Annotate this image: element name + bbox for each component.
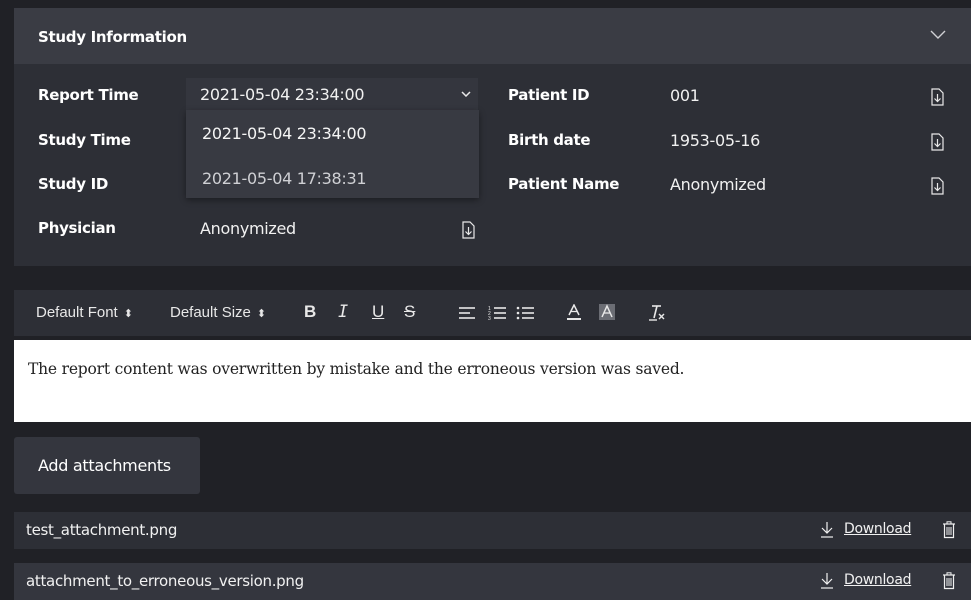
report-time-option[interactable]: 2021-05-04 17:38:31 [202, 169, 367, 188]
svg-text:3: 3 [488, 316, 491, 320]
panel-header[interactable]: Study Information [14, 8, 971, 64]
download-icon[interactable] [820, 572, 834, 590]
strikethrough-button[interactable]: S [404, 302, 415, 322]
size-select-label: Default Size [170, 304, 251, 321]
patient-id-label: Patient ID [508, 86, 590, 104]
report-time-selected-value: 2021-05-04 23:34:00 [200, 85, 365, 104]
ordered-list-icon[interactable]: 1 2 3 [488, 305, 506, 320]
report-time-dropdown: 2021-05-04 23:34:00 2021-05-04 17:38:31 [186, 110, 479, 198]
text-color-icon[interactable] [566, 304, 582, 321]
report-editor[interactable]: The report content was overwritten by mi… [14, 340, 971, 422]
highlight-icon[interactable] [598, 303, 616, 321]
study-information-panel: Study Information Report Time Study Time… [14, 8, 971, 266]
size-select[interactable]: Default Size ⬍ [170, 304, 266, 321]
trash-icon[interactable] [942, 521, 956, 539]
birth-date-label: Birth date [508, 131, 591, 149]
physician-label: Physician [38, 219, 116, 237]
font-select-label: Default Font [36, 304, 118, 321]
panel-title: Study Information [38, 28, 187, 46]
attachment-name: test_attachment.png [26, 521, 178, 539]
font-select[interactable]: Default Font ⬍ [36, 304, 133, 321]
patient-name-value: Anonymized [670, 175, 766, 194]
report-time-option[interactable]: 2021-05-04 23:34:00 [202, 124, 367, 143]
download-icon[interactable] [820, 521, 834, 539]
copy-patient-id-icon[interactable] [929, 88, 945, 106]
patient-name-label: Patient Name [508, 175, 620, 193]
report-time-label: Report Time [38, 86, 139, 104]
copy-to-report-icon[interactable] [460, 221, 476, 239]
clear-format-icon[interactable] [648, 304, 666, 321]
report-content[interactable]: The report content was overwritten by mi… [28, 360, 684, 378]
sort-arrows-icon: ⬍ [123, 308, 133, 320]
birth-date-value: 1953-05-16 [670, 131, 760, 150]
copy-patient-name-icon[interactable] [929, 177, 945, 195]
study-id-label: Study ID [38, 175, 109, 193]
add-attachments-button[interactable]: Add attachments [14, 437, 200, 494]
download-link[interactable]: Download [844, 521, 912, 537]
align-icon[interactable] [458, 306, 476, 320]
editor-toolbar: Default Font ⬍ Default Size ⬍ B I U S 1 2 … [14, 290, 971, 336]
attachment-row: test_attachment.png Download [14, 512, 971, 549]
attachment-row: attachment_to_erroneous_version.png Down… [14, 563, 971, 600]
chevron-down-icon [461, 91, 471, 97]
download-link[interactable]: Download [844, 572, 912, 588]
chevron-down-icon[interactable] [930, 30, 946, 40]
add-attachments-label: Add attachments [38, 456, 171, 475]
underline-button[interactable]: U [372, 302, 384, 322]
study-time-label: Study Time [38, 131, 131, 149]
bullet-list-icon[interactable] [516, 305, 534, 320]
sort-arrows-icon: ⬍ [256, 308, 267, 320]
bold-button[interactable]: B [304, 302, 316, 322]
italic-button[interactable]: I [338, 302, 348, 322]
patient-id-value: 001 [670, 86, 700, 105]
attachment-name: attachment_to_erroneous_version.png [26, 572, 304, 590]
copy-birth-date-icon[interactable] [929, 133, 945, 151]
report-time-select[interactable]: 2021-05-04 23:34:00 [186, 78, 478, 110]
trash-icon[interactable] [942, 572, 956, 590]
physician-value: Anonymized [200, 219, 296, 238]
